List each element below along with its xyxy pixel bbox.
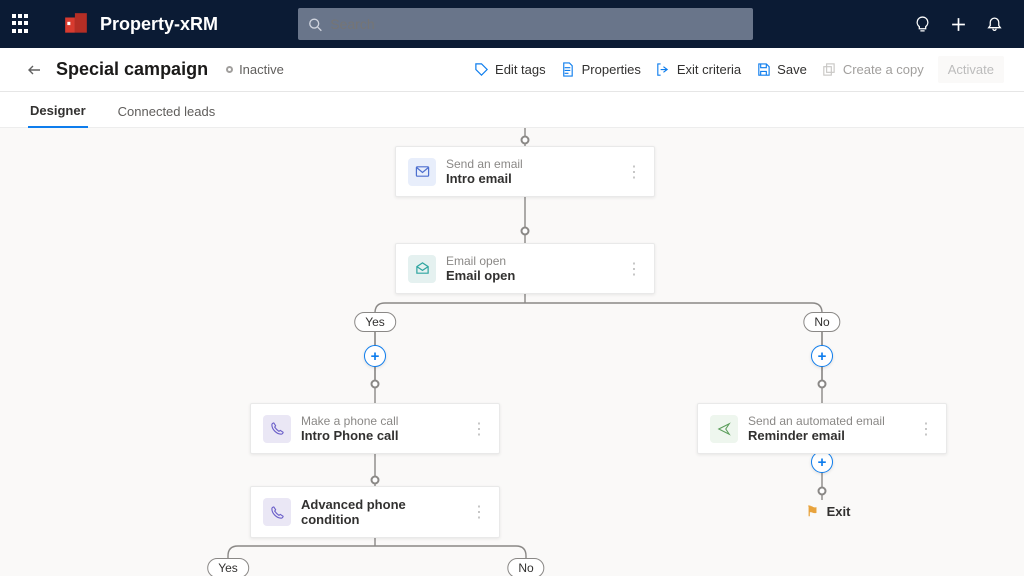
node-title: Email open — [446, 268, 515, 283]
node-category: Make a phone call — [301, 414, 399, 428]
app-name: Property-xRM — [100, 14, 218, 35]
node-phone-call[interactable]: Make a phone call Intro Phone call ⋮ — [250, 403, 500, 454]
node-title: Reminder email — [748, 428, 885, 443]
tab-bar: Designer Connected leads — [0, 92, 1024, 128]
node-more-icon[interactable]: ⋮ — [616, 259, 642, 279]
search-icon — [308, 17, 322, 32]
port — [818, 487, 827, 496]
bell-icon[interactable] — [976, 6, 1012, 42]
exit-criteria-button[interactable]: Exit criteria — [655, 62, 741, 78]
node-more-icon[interactable]: ⋮ — [461, 419, 487, 439]
node-title: Intro Phone call — [301, 428, 399, 443]
create-copy-button[interactable]: Create a copy — [821, 62, 924, 78]
node-more-icon[interactable]: ⋮ — [616, 162, 642, 182]
flow-canvas[interactable]: Yes No Yes No + + + Send an email Intro … — [0, 128, 1024, 576]
document-icon — [560, 62, 576, 78]
save-icon — [755, 62, 771, 78]
top-navbar: P Property-xRM — [0, 0, 1024, 48]
tab-connected-leads[interactable]: Connected leads — [116, 96, 218, 127]
edit-tags-button[interactable]: Edit tags — [473, 62, 546, 78]
app-logo: P — [62, 10, 90, 38]
branch-no-pill[interactable]: No — [803, 312, 840, 332]
phone-condition-icon — [263, 498, 291, 526]
phone-icon — [263, 415, 291, 443]
activate-button[interactable]: Activate — [938, 56, 1004, 83]
send-icon — [710, 415, 738, 443]
search-box[interactable] — [298, 8, 753, 40]
search-input[interactable] — [330, 16, 743, 32]
exit-node[interactable]: ⚑ Exit — [806, 503, 850, 520]
port — [521, 227, 530, 236]
tab-designer[interactable]: Designer — [28, 95, 88, 128]
lightbulb-icon[interactable] — [904, 6, 940, 42]
node-category: Email open — [446, 254, 515, 268]
save-button[interactable]: Save — [755, 62, 807, 78]
node-title: Advanced phone condition — [301, 497, 461, 527]
port — [371, 380, 380, 389]
command-bar: Special campaign Inactive Edit tags Prop… — [0, 48, 1024, 92]
port — [371, 476, 380, 485]
flag-icon: ⚑ — [806, 503, 819, 520]
node-more-icon[interactable]: ⋮ — [908, 419, 934, 439]
tag-icon — [473, 62, 489, 78]
branch-no-pill[interactable]: No — [507, 558, 544, 576]
back-button[interactable] — [20, 56, 48, 84]
page-title: Special campaign — [56, 59, 208, 80]
exit-icon — [655, 62, 671, 78]
branch-yes-pill[interactable]: Yes — [354, 312, 396, 332]
branch-yes-pill[interactable]: Yes — [207, 558, 249, 576]
add-step-button[interactable]: + — [811, 345, 833, 367]
port — [818, 380, 827, 389]
mail-icon — [408, 158, 436, 186]
add-step-button[interactable]: + — [811, 451, 833, 473]
node-title: Intro email — [446, 171, 523, 186]
node-phone-condition[interactable]: Advanced phone condition ⋮ — [250, 486, 500, 538]
node-category: Send an email — [446, 157, 523, 171]
node-email-open[interactable]: Email open Email open ⋮ — [395, 243, 655, 294]
properties-button[interactable]: Properties — [560, 62, 641, 78]
app-launcher-icon[interactable] — [12, 14, 32, 34]
node-more-icon[interactable]: ⋮ — [461, 502, 487, 522]
mail-open-icon — [408, 255, 436, 283]
copy-icon — [821, 62, 837, 78]
add-step-button[interactable]: + — [364, 345, 386, 367]
svg-text:P: P — [70, 21, 74, 27]
port — [521, 136, 530, 145]
status-text: Inactive — [239, 62, 284, 77]
node-send-email[interactable]: Send an email Intro email ⋮ — [395, 146, 655, 197]
node-automated-email[interactable]: Send an automated email Reminder email ⋮ — [697, 403, 947, 454]
node-category: Send an automated email — [748, 414, 885, 428]
exit-label: Exit — [827, 504, 851, 519]
plus-icon[interactable] — [940, 6, 976, 42]
status-indicator — [226, 66, 233, 73]
